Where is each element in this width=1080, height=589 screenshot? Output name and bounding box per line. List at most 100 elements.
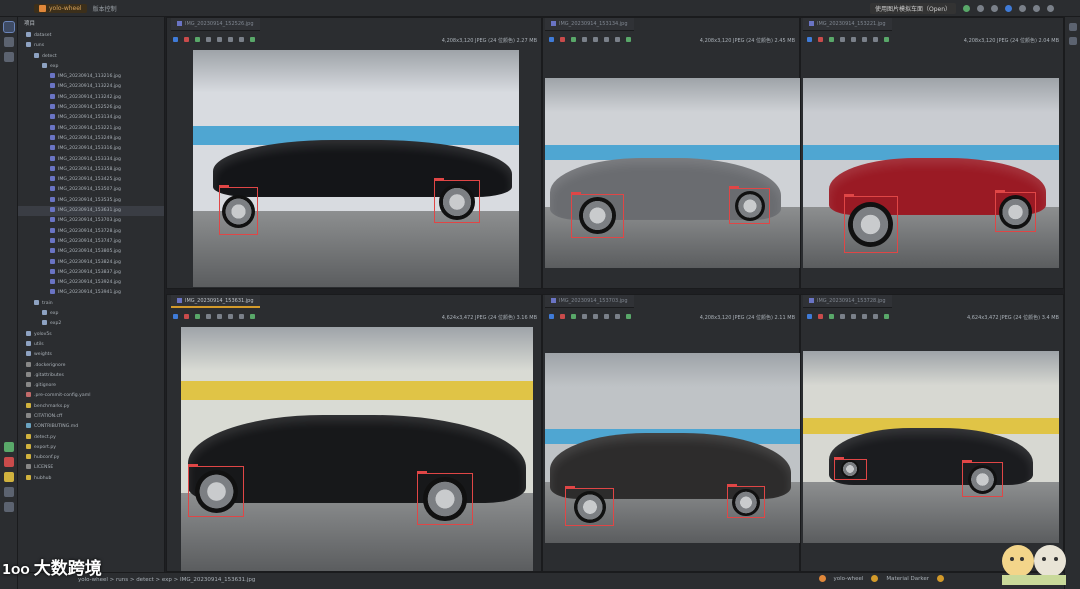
tree-item[interactable]: IMG_20230914_153425.jpg bbox=[18, 175, 164, 185]
background-icon[interactable] bbox=[604, 37, 609, 42]
tree-item[interactable]: runs bbox=[18, 41, 164, 51]
tree-item[interactable]: IMG_20230914_153728.jpg bbox=[18, 227, 164, 237]
grid-icon[interactable] bbox=[184, 314, 189, 319]
edit-icon[interactable] bbox=[250, 314, 255, 319]
editor-tab[interactable]: IMG_20230914_152526.jpg bbox=[171, 18, 260, 31]
more-tools-icon[interactable] bbox=[4, 52, 14, 62]
background-icon[interactable] bbox=[604, 314, 609, 319]
tree-item[interactable]: IMG_20230914_113216.jpg bbox=[18, 72, 164, 82]
run-tool-icon[interactable] bbox=[4, 442, 14, 452]
fit-icon[interactable] bbox=[173, 314, 178, 319]
database-icon[interactable] bbox=[1069, 37, 1077, 45]
tree-item[interactable]: LICENSE bbox=[18, 463, 164, 473]
zoom-in-icon[interactable] bbox=[829, 314, 834, 319]
frame-icon[interactable] bbox=[873, 314, 878, 319]
zoom-out-icon[interactable] bbox=[840, 314, 845, 319]
zoom-out-icon[interactable] bbox=[206, 37, 211, 42]
tree-item[interactable]: CONTRIBUTING.md bbox=[18, 422, 164, 432]
debug-icon[interactable] bbox=[977, 4, 984, 12]
tree-item[interactable]: .dockerignore bbox=[18, 361, 164, 371]
frame-icon[interactable] bbox=[873, 37, 878, 42]
tree-item[interactable]: IMG_20230914_153358.jpg bbox=[18, 165, 164, 175]
tree-item[interactable]: IMG_20230914_153507.jpg bbox=[18, 185, 164, 195]
actual-size-icon[interactable] bbox=[851, 37, 856, 42]
background-icon[interactable] bbox=[228, 37, 233, 42]
interpreter-label[interactable]: yolo-wheel bbox=[834, 576, 864, 582]
fit-icon[interactable] bbox=[807, 37, 812, 42]
grid-icon[interactable] bbox=[818, 314, 823, 319]
zoom-out-icon[interactable] bbox=[582, 37, 587, 42]
tree-item[interactable]: .gitattributes bbox=[18, 371, 164, 381]
tree-item[interactable]: dataset bbox=[18, 31, 164, 41]
tree-item[interactable]: train bbox=[18, 299, 164, 309]
edit-icon[interactable] bbox=[250, 37, 255, 42]
tree-item[interactable]: IMG_20230914_152526.jpg bbox=[18, 103, 164, 113]
tree-item[interactable]: IMG_20230914_153941.jpg bbox=[18, 288, 164, 298]
tree-item[interactable]: benchmarks.py bbox=[18, 402, 164, 412]
vcs-menu[interactable]: 版本控制 bbox=[93, 4, 117, 13]
tree-item[interactable]: IMG_20230914_153805.jpg bbox=[18, 247, 164, 257]
search-icon[interactable] bbox=[1033, 4, 1040, 12]
project-selector[interactable]: yolo-wheel bbox=[34, 3, 87, 13]
tree-item[interactable]: IMG_20230914_153703.jpg bbox=[18, 216, 164, 226]
tree-item[interactable]: IMG_20230914_153134.jpg bbox=[18, 113, 164, 123]
zoom-in-icon[interactable] bbox=[571, 37, 576, 42]
frame-icon[interactable] bbox=[239, 314, 244, 319]
tree-item[interactable]: hubhub bbox=[18, 474, 164, 484]
fit-icon[interactable] bbox=[549, 314, 554, 319]
actual-size-icon[interactable] bbox=[217, 314, 222, 319]
editor-tab[interactable]: IMG_20230914_153221.jpg bbox=[803, 18, 892, 31]
zoom-out-icon[interactable] bbox=[840, 37, 845, 42]
grid-icon[interactable] bbox=[560, 37, 565, 42]
background-icon[interactable] bbox=[862, 37, 867, 42]
problems-icon[interactable] bbox=[4, 502, 14, 512]
zoom-in-icon[interactable] bbox=[195, 314, 200, 319]
actual-size-icon[interactable] bbox=[851, 314, 856, 319]
editor-tab[interactable]: IMG_20230914_153728.jpg bbox=[803, 295, 892, 308]
theme-label[interactable]: Material Darker bbox=[886, 576, 929, 582]
tree-item[interactable]: yolov5s bbox=[18, 330, 164, 340]
tree-item[interactable]: IMG_20230914_153221.jpg bbox=[18, 124, 164, 134]
background-icon[interactable] bbox=[862, 314, 867, 319]
zoom-in-icon[interactable] bbox=[829, 37, 834, 42]
tree-item[interactable]: exp2 bbox=[18, 319, 164, 329]
zoom-in-icon[interactable] bbox=[571, 314, 576, 319]
tree-item[interactable]: IMG_20230914_113242.jpg bbox=[18, 93, 164, 103]
edit-icon[interactable] bbox=[626, 37, 631, 42]
zoom-in-icon[interactable] bbox=[195, 37, 200, 42]
tree-item[interactable]: IMG_20230914_153316.jpg bbox=[18, 144, 164, 154]
actual-size-icon[interactable] bbox=[593, 37, 598, 42]
tree-item[interactable]: IMG_20230914_153824.jpg bbox=[18, 258, 164, 268]
tree-scrollbar[interactable] bbox=[164, 267, 165, 447]
tree-item[interactable]: IMG_20230914_113224.jpg bbox=[18, 82, 164, 92]
frame-icon[interactable] bbox=[239, 37, 244, 42]
user-icon[interactable] bbox=[1005, 4, 1012, 12]
tree-item[interactable]: IMG_20230914_153747.jpg bbox=[18, 237, 164, 247]
zoom-out-icon[interactable] bbox=[582, 314, 587, 319]
edit-icon[interactable] bbox=[884, 37, 889, 42]
run-icon[interactable] bbox=[963, 4, 970, 12]
grid-icon[interactable] bbox=[560, 314, 565, 319]
tree-item[interactable]: weights bbox=[18, 350, 164, 360]
editor-tab[interactable]: IMG_20230914_153134.jpg bbox=[545, 18, 634, 31]
grid-icon[interactable] bbox=[184, 37, 189, 42]
project-tool-icon[interactable] bbox=[3, 21, 15, 33]
frame-icon[interactable] bbox=[615, 314, 620, 319]
tree-item[interactable]: IMG_20230914_153837.jpg bbox=[18, 268, 164, 278]
fit-icon[interactable] bbox=[173, 37, 178, 42]
terminal-icon[interactable] bbox=[4, 487, 14, 497]
background-icon[interactable] bbox=[228, 314, 233, 319]
more-icon[interactable] bbox=[991, 4, 998, 12]
tree-item[interactable]: detect bbox=[18, 52, 164, 62]
notifications-icon[interactable] bbox=[1069, 23, 1077, 31]
translate-icon[interactable] bbox=[1019, 4, 1026, 12]
fit-icon[interactable] bbox=[807, 314, 812, 319]
commit-tool-icon[interactable] bbox=[4, 37, 14, 47]
tree-item[interactable]: utils bbox=[18, 340, 164, 350]
tree-item[interactable]: IMG_20230914_153631.jpg bbox=[18, 206, 164, 217]
run-config-selector[interactable]: 使用图片模拟车面（Open） bbox=[869, 2, 956, 14]
breadcrumb[interactable]: yolo-wheel > runs > detect > exp > IMG_2… bbox=[78, 577, 255, 583]
frame-icon[interactable] bbox=[615, 37, 620, 42]
gear-icon[interactable] bbox=[1047, 4, 1054, 12]
fit-icon[interactable] bbox=[549, 37, 554, 42]
